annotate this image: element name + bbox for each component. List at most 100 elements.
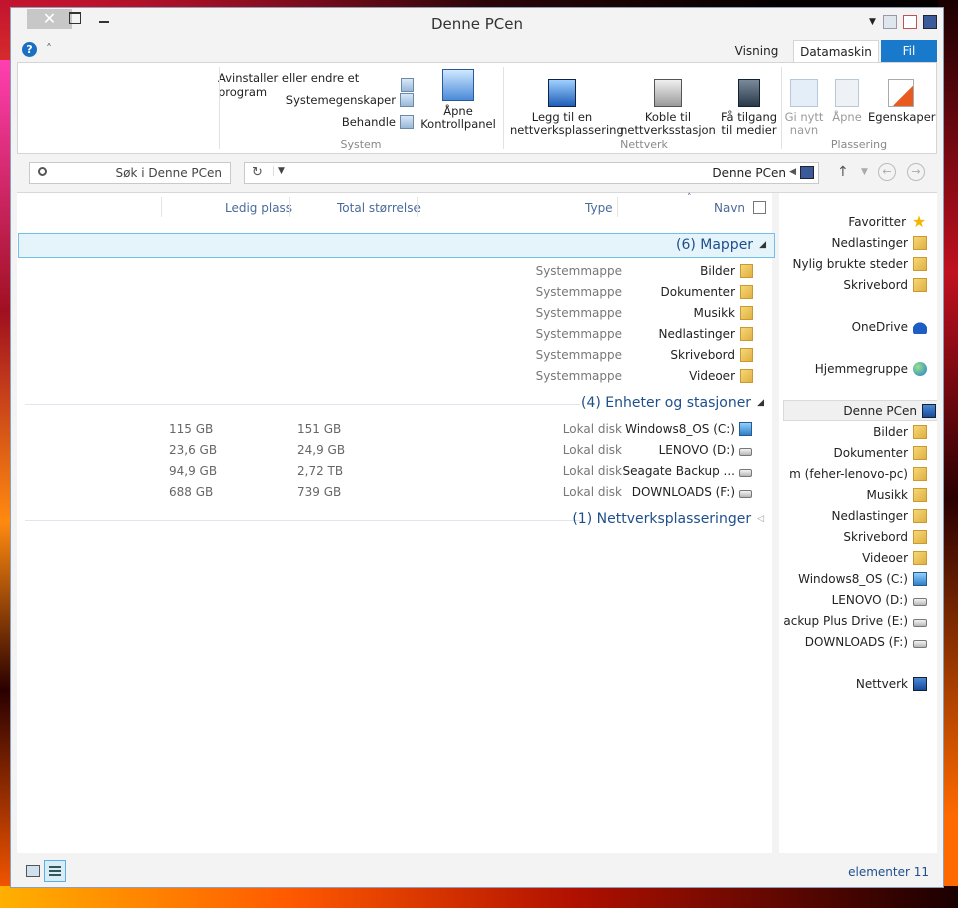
item-type: Systemmappe [535,306,622,320]
add-network-location-button[interactable]: Legg til en nettverksplassering [510,79,624,137]
nav-item[interactable]: Skrivebord [779,526,929,547]
open-control-panel-button[interactable]: Åpne Kontrollpanel [418,69,498,131]
item-type: Lokal disk [562,422,622,436]
folder-icon [913,571,927,586]
details-view-icon[interactable] [44,860,66,882]
help-icon[interactable]: ? [22,42,37,57]
table-row[interactable]: 23,6 GB 24,9 GB Lokal disk LENOVO (D:) [17,440,772,461]
group-header-network[interactable]: (1) Nettverksplasseringer ◁ [572,511,764,527]
new-folder-icon[interactable] [883,15,897,29]
group-devices-label: (4) Enheter og stasjoner [581,395,752,411]
item-name: Skrivebord [670,348,735,362]
nav-onedrive[interactable]: OneDrive [779,316,929,337]
nav-homegroup[interactable]: Hjemmegruppe [779,358,929,379]
tab-fil[interactable]: Fil [881,40,937,63]
nav-item[interactable]: Nylig brukte steder [779,253,929,274]
manage-label: Behandle [341,115,396,129]
group-header-devices[interactable]: (4) Enheter og stasjoner ◢ [581,395,764,411]
nav-item[interactable]: Windows8_OS (C:) [779,568,929,589]
nav-network[interactable]: Nettverk [779,673,929,694]
table-row[interactable]: 94,9 GB 2,72 TB Lokal disk Seagate Backup .… [17,461,772,482]
rename-button[interactable]: Gi nytt navn [784,79,824,137]
table-row[interactable]: Systemmappe Bilder [17,261,772,282]
properties-icon[interactable] [903,15,917,29]
column-name[interactable]: Navn [714,201,745,215]
item-total-size: 2,72 TB [297,464,344,478]
column-type[interactable]: Type [585,201,613,215]
column-free-space[interactable]: Ledig plass [225,201,292,215]
large-icons-view-icon[interactable] [26,865,40,877]
tab-datamaskin[interactable]: Datamaskin [793,40,879,63]
item-name: Musikk [693,306,735,320]
network-location-icon [548,79,576,107]
nav-item[interactable]: Bilder [779,421,929,442]
collapse-icon: ◢ [759,240,766,250]
select-all-checkbox[interactable] [753,201,766,214]
folder-icon [913,235,927,250]
folder-icon [740,264,753,278]
title-bar: ✕ Denne PCen ▼ [11,8,943,39]
table-row[interactable]: Systemmappe Dokumenter [17,282,772,303]
folder-icon [740,285,753,299]
folder-icon [913,277,927,292]
item-free-space: 94,9 GB [169,464,218,478]
nav-item[interactable]: m (feher-lenovo-pc) [779,463,929,484]
table-row[interactable]: Systemmappe Skrivebord [17,345,772,366]
address-path[interactable]: Denne PCen [712,166,786,180]
nav-item[interactable]: Musikk [779,484,929,505]
nav-item[interactable]: Nedlastinger [779,505,929,526]
properties-button[interactable]: Egenskaper [868,79,936,124]
nav-item[interactable]: Videoer [779,547,929,568]
nav-onedrive-label: OneDrive [851,319,908,334]
folder-icon [913,550,927,565]
group-header-folders[interactable]: (6) Mapper ◢ [676,237,766,253]
up-arrow-icon[interactable]: ↑ [837,164,849,180]
breadcrumb-arrow-icon[interactable]: ◀ [789,167,796,177]
refresh-icon[interactable]: ↻ [252,165,263,180]
sort-ascending-icon: ˄ [687,193,692,203]
table-row[interactable]: Systemmappe Nedlastinger [17,324,772,345]
table-row[interactable]: Systemmappe Videoer [17,366,772,387]
forward-button[interactable]: → [907,163,925,181]
table-row[interactable]: 115 GB 151 GB Lokal disk Windows8_OS (C:) [17,419,772,440]
search-input[interactable]: Søk i Denne PCen [29,162,231,184]
map-network-drive-button[interactable]: Koble til nettverksstasjon [616,79,720,137]
nav-item[interactable]: Nedlastinger [779,232,929,253]
item-name: Bilder [700,264,735,278]
system-properties-button[interactable]: Systemegenskaper [218,93,414,107]
address-bar[interactable]: ↻ ▼ Denne PCen ◀ [244,162,819,184]
nav-item[interactable]: ackup Plus Drive (E:) [779,610,929,631]
access-media-button[interactable]: Få tilgang til medier [718,79,780,137]
hard-drive-icon [913,618,927,627]
nav-item[interactable]: Skrivebord [779,274,929,295]
nav-item-label: Musikk [866,487,908,502]
add-network-location-label-2: nettverksplassering [510,123,624,137]
recent-locations-dropdown-icon[interactable]: ▼ [861,167,868,177]
column-separator [417,197,418,217]
nav-item[interactable]: DOWNLOADS (F:) [779,631,929,652]
nav-favorites[interactable]: Favoritter ★ [779,211,929,232]
tab-visning[interactable]: Visning [729,40,784,63]
table-row[interactable]: 688 GB 739 GB Lokal disk DOWNLOADS (F:) [17,482,772,503]
open-label: Åpne [832,110,862,124]
nav-item-label: Videoer [862,550,908,565]
ribbon-separator [503,67,504,149]
table-row[interactable]: Systemmappe Musikk [17,303,772,324]
address-history-dropdown-icon[interactable]: ▼ [273,166,285,176]
nav-item-label: Nedlastinger [831,235,909,250]
group-folders-label: (6) Mapper [675,237,754,253]
group-header-selection [18,233,775,258]
ribbon: Avinstaller eller endre et program Syste… [17,62,937,154]
column-separator [617,197,618,217]
navigation-pane: Favoritter ★ Nedlastinger Nylig brukte st… [779,193,937,853]
nav-item[interactable]: Dokumenter [779,442,929,463]
manage-button[interactable]: Behandle [218,115,414,129]
item-name: Seagate Backup ... [622,464,735,478]
ribbon-collapse-icon[interactable]: ˄ [46,42,52,56]
back-button[interactable]: ← [878,163,896,181]
qa-dropdown-icon[interactable]: ▼ [869,15,877,29]
nav-this-pc[interactable]: Denne PCen [783,400,937,421]
column-total-size[interactable]: Total størrelse [337,201,421,215]
open-button[interactable]: Åpne [830,79,864,124]
nav-item[interactable]: LENOVO (D:) [779,589,929,610]
